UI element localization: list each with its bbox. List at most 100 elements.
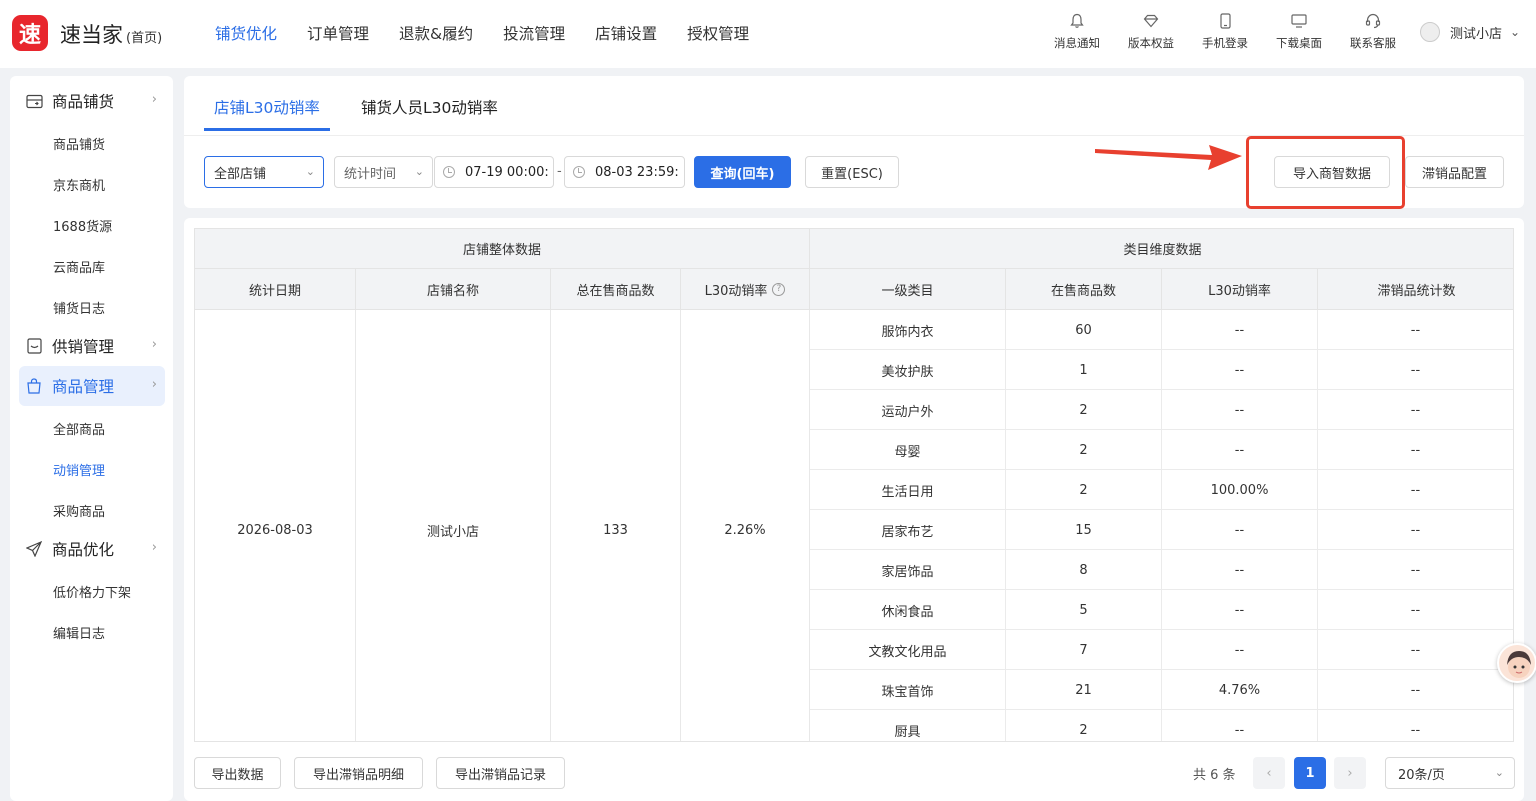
sidebar-item-distribution-log[interactable]: 铺货日志 bbox=[53, 298, 105, 317]
download-desktop-button[interactable]: 下载桌面 bbox=[1262, 10, 1336, 51]
chevron-down-icon: ⌄ bbox=[414, 165, 424, 178]
cell-on-sale-count: 2 bbox=[1006, 390, 1162, 430]
monitor-icon bbox=[1262, 10, 1336, 32]
sidebar-item-low-price-removal[interactable]: 低价格力下架 bbox=[53, 582, 131, 601]
cell-category-l30-rate: -- bbox=[1162, 430, 1318, 470]
cell-slow-count: -- bbox=[1410, 682, 1421, 698]
sidebar-item-jd-opportunity[interactable]: 京东商机 bbox=[53, 175, 105, 194]
cell-l30-rate: 2.26% bbox=[681, 310, 810, 741]
diamond-icon bbox=[1114, 10, 1188, 32]
table-row: 母婴 2 -- -- bbox=[810, 430, 1513, 470]
tab-store-l30-rate[interactable]: 店铺L30动销率 bbox=[214, 96, 320, 118]
nav-refunds[interactable]: 退款&履约 bbox=[399, 22, 473, 44]
cell-slow-count: -- bbox=[1410, 602, 1421, 618]
bag-icon bbox=[25, 377, 43, 395]
brand-home: (首页) bbox=[126, 31, 163, 46]
col-header-total: 总在售商品数 bbox=[551, 269, 681, 310]
table-row: 家居饰品 8 -- -- bbox=[810, 550, 1513, 590]
cell-slow-count: -- bbox=[1410, 482, 1421, 498]
cell-on-sale-count: 1 bbox=[1006, 350, 1162, 390]
sidebar: 商品铺货 › 商品铺货 京东商机 1688货源 云商品库 铺货日志 供销管理 ›… bbox=[10, 76, 173, 801]
brand[interactable]: 速当家 (首页) bbox=[60, 19, 162, 49]
cell-shop-name: 测试小店 bbox=[356, 310, 551, 741]
annotation-arrow-icon bbox=[1095, 145, 1242, 170]
notifications-button[interactable]: 消息通知 bbox=[1040, 10, 1114, 51]
box-icon bbox=[25, 92, 43, 110]
nav-authorization[interactable]: 授权管理 bbox=[687, 22, 749, 44]
chevron-right-icon: › bbox=[151, 540, 157, 555]
nav-orders[interactable]: 订单管理 bbox=[307, 22, 369, 44]
bell-icon bbox=[1040, 10, 1114, 32]
help-icon[interactable]: ? bbox=[772, 282, 786, 296]
cell-category-l30-rate: 4.76% bbox=[1162, 670, 1318, 710]
cell-category: 美妆护肤 bbox=[810, 350, 1006, 390]
nav-ads[interactable]: 投流管理 bbox=[503, 22, 565, 44]
shop-select[interactable]: 全部店铺 ⌄ bbox=[204, 156, 324, 188]
user-menu[interactable]: 测试小店 ⌄ bbox=[1420, 22, 1520, 42]
end-date-value: 08-03 23:59: bbox=[595, 164, 679, 180]
version-label: 版本权益 bbox=[1128, 36, 1174, 50]
chevron-right-icon: › bbox=[151, 337, 157, 352]
sidebar-group-distribution[interactable]: 商品铺货 › bbox=[19, 81, 165, 121]
app-logo[interactable]: 速 bbox=[12, 15, 48, 51]
nav-store-settings[interactable]: 店铺设置 bbox=[595, 22, 657, 44]
cell-stat-date: 2026-08-03 bbox=[195, 310, 356, 741]
avatar bbox=[1420, 22, 1440, 42]
slow-sales-config-button[interactable]: 滞销品配置 bbox=[1405, 156, 1504, 188]
col-header-date: 统计日期 bbox=[195, 269, 356, 310]
headset-icon bbox=[1336, 10, 1410, 32]
next-page-button[interactable]: › bbox=[1334, 757, 1366, 789]
cell-slow-count: -- bbox=[1410, 642, 1421, 658]
top-header: 速 速当家 (首页) 铺货优化 订单管理 退款&履约 投流管理 店铺设置 授权管理… bbox=[0, 0, 1536, 68]
cell-category-l30-rate: -- bbox=[1162, 710, 1318, 741]
cell-slow-count: -- bbox=[1410, 722, 1421, 738]
reset-button[interactable]: 重置(ESC) bbox=[805, 156, 899, 188]
sidebar-item-1688-source[interactable]: 1688货源 bbox=[53, 216, 112, 235]
sidebar-item-product-distribution[interactable]: 商品铺货 bbox=[53, 134, 105, 153]
sidebar-item-all-products[interactable]: 全部商品 bbox=[53, 419, 105, 438]
table-card: 店铺整体数据 类目维度数据 统计日期 店铺名称 总在售商品数 L30动销率? 一… bbox=[184, 218, 1524, 801]
download-desktop-label: 下载桌面 bbox=[1276, 36, 1322, 50]
sidebar-item-edit-log[interactable]: 编辑日志 bbox=[53, 623, 105, 642]
sidebar-group-product-management[interactable]: 商品管理 › bbox=[19, 366, 165, 406]
page-1-button[interactable]: 1 bbox=[1294, 757, 1326, 789]
tab-staff-l30-rate[interactable]: 铺货人员L30动销率 bbox=[361, 96, 498, 118]
tab-active-indicator bbox=[204, 128, 330, 131]
nav-distribution-optimize[interactable]: 铺货优化 bbox=[215, 22, 277, 44]
assistant-avatar-icon[interactable] bbox=[1497, 643, 1536, 683]
brand-title: 速当家 bbox=[60, 23, 123, 47]
cell-category: 服饰内衣 bbox=[810, 310, 1006, 350]
sidebar-group-label: 商品优化 bbox=[52, 541, 115, 559]
prev-page-button[interactable]: ‹ bbox=[1253, 757, 1285, 789]
export-slow-record-button[interactable]: 导出滞销品记录 bbox=[436, 757, 565, 789]
export-slow-detail-button[interactable]: 导出滞销品明细 bbox=[294, 757, 423, 789]
version-button[interactable]: 版本权益 bbox=[1114, 10, 1188, 51]
supply-icon bbox=[25, 337, 43, 355]
export-data-button[interactable]: 导出数据 bbox=[194, 757, 281, 789]
phone-login-button[interactable]: 手机登录 bbox=[1188, 10, 1262, 51]
cell-category-l30-rate: -- bbox=[1162, 550, 1318, 590]
sidebar-group-product-optimize[interactable]: 商品优化 › bbox=[19, 529, 165, 569]
cell-slow-count: -- bbox=[1410, 362, 1421, 378]
start-date-input[interactable]: 07-19 00:00: bbox=[434, 156, 554, 188]
clock-icon bbox=[443, 166, 455, 178]
cell-category-l30-rate: -- bbox=[1162, 310, 1318, 350]
sidebar-item-purchase-products[interactable]: 采购商品 bbox=[53, 501, 105, 520]
end-date-input[interactable]: 08-03 23:59: bbox=[564, 156, 685, 188]
cell-category: 运动户外 bbox=[810, 390, 1006, 430]
cell-category-l30-rate: -- bbox=[1162, 510, 1318, 550]
cell-category-l30-rate: -- bbox=[1162, 350, 1318, 390]
table-row: 运动户外 2 -- -- bbox=[810, 390, 1513, 430]
customer-service-button[interactable]: 联系客服 bbox=[1336, 10, 1410, 51]
shop-select-value: 全部店铺 bbox=[214, 166, 267, 182]
cell-on-sale-count: 2 bbox=[1006, 430, 1162, 470]
sidebar-item-cloud-library[interactable]: 云商品库 bbox=[53, 257, 105, 276]
sidebar-item-sales-management[interactable]: 动销管理 bbox=[53, 460, 105, 479]
query-button[interactable]: 查询(回车) bbox=[694, 156, 791, 188]
page-size-select[interactable]: 20条/页 ⌄ bbox=[1385, 757, 1515, 789]
time-type-select[interactable]: 统计时间 ⌄ bbox=[334, 156, 433, 188]
cell-category-l30-rate: -- bbox=[1162, 390, 1318, 430]
sidebar-group-supply[interactable]: 供销管理 › bbox=[19, 326, 165, 366]
cell-on-sale-count: 15 bbox=[1006, 510, 1162, 550]
cell-category: 文教文化用品 bbox=[810, 630, 1006, 670]
